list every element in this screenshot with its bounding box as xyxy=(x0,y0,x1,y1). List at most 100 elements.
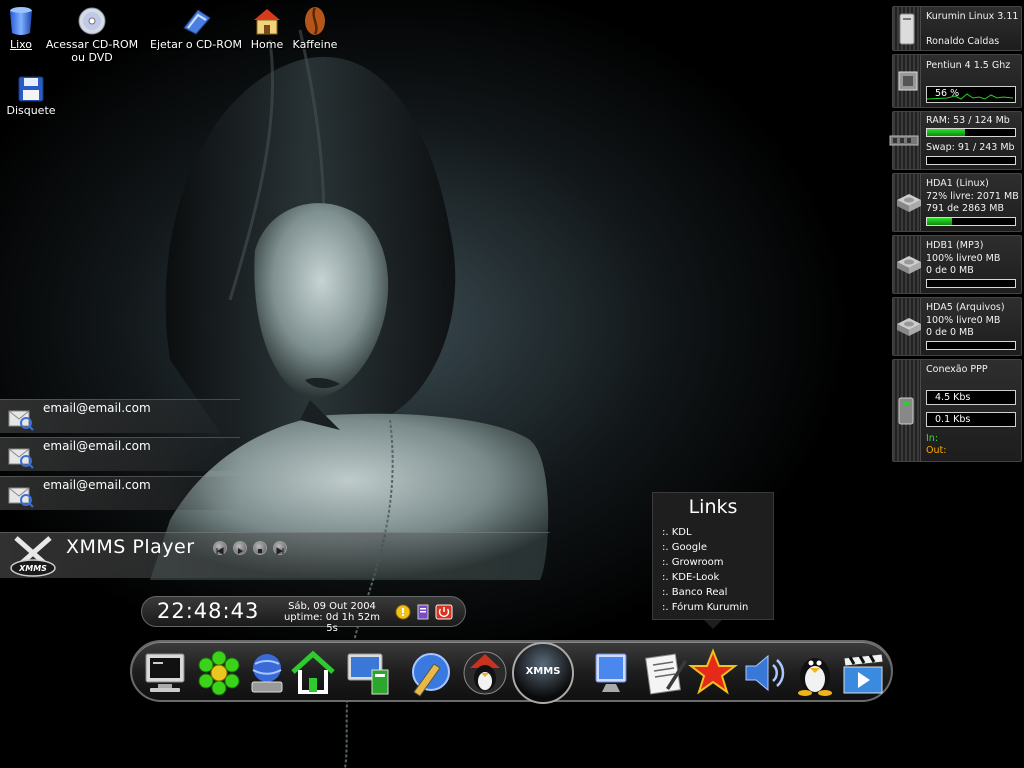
info-icon[interactable] xyxy=(395,604,411,620)
xmms-logo-icon: XMMS xyxy=(10,536,56,577)
hard-disk-icon xyxy=(897,317,921,336)
disk-title: HDA5 (Arquivos) xyxy=(926,302,1005,313)
link-item[interactable]: :. Banco Real xyxy=(662,585,748,600)
disk-usage-bar xyxy=(926,279,1016,288)
trash-icon xyxy=(10,7,32,35)
network-title: Conexão PPP xyxy=(926,364,988,375)
monitor-system-info: Kurumin Linux 3.11 Ronaldo Caldas xyxy=(892,6,1022,51)
xmms-player-title: XMMS Player xyxy=(66,536,195,558)
desktop-icon-label: Acessar CD-ROM xyxy=(45,38,139,51)
link-item[interactable]: :. Google xyxy=(662,540,748,555)
display-settings-icon[interactable] xyxy=(586,648,636,698)
links-list: :. KDL :. Google :. Growroom :. KDE-Look… xyxy=(662,525,748,615)
desktop-icon-label: Disquete xyxy=(6,104,56,117)
desktop-icon-kaffeine[interactable]: Kaffeine xyxy=(291,6,339,51)
network-in-label: In: xyxy=(926,433,939,444)
xmms-previous-button[interactable] xyxy=(213,541,227,555)
xmms-logo-text: XMMS xyxy=(18,564,47,573)
mail-account-address: email@email.com xyxy=(43,401,151,415)
system-user: Ronaldo Caldas xyxy=(926,36,1000,47)
stop-icon xyxy=(258,549,262,553)
desktop-icon-cdrom[interactable]: Acessar CD-ROM ou DVD xyxy=(44,6,140,64)
ram-label: RAM: 53 / 124 Mb xyxy=(926,115,1010,126)
link-item[interactable]: :. KDL xyxy=(662,525,748,540)
home-icon[interactable] xyxy=(288,648,338,698)
network-in-rate: 4.5 Kbs xyxy=(926,390,1016,405)
xmms-play-button[interactable] xyxy=(233,541,247,555)
desktop-icon-home[interactable]: Home xyxy=(248,6,286,51)
system-title: Kurumin Linux 3.11 xyxy=(926,11,1019,22)
tux-icon[interactable] xyxy=(790,648,840,698)
document-icon[interactable] xyxy=(416,604,430,620)
monitor-cpu: Pentiun 4 1.5 Ghz 56 % xyxy=(892,54,1022,108)
desktop-icon-trash[interactable]: Lixo xyxy=(4,6,38,51)
terminal-icon[interactable] xyxy=(140,648,190,698)
monitor-memory: RAM: 53 / 124 Mb Swap: 91 / 243 Mb xyxy=(889,111,1022,170)
links-panel: Links :. KDL :. Google :. Growroom :. KD… xyxy=(652,492,774,620)
kaffeine-icon xyxy=(305,7,325,35)
tux-mascot-icon[interactable] xyxy=(460,648,510,698)
previous-icon xyxy=(216,547,224,555)
desktop-icon-floppy[interactable]: Disquete xyxy=(5,76,57,117)
ram-usage-bar xyxy=(926,128,1016,137)
desktop-icon-eject-cdrom[interactable]: Ejetar o CD-ROM xyxy=(149,6,243,51)
desktop-icon-label: Lixo xyxy=(9,38,33,51)
eject-cdrom-icon xyxy=(183,9,211,35)
cpu-graph: 56 % xyxy=(926,86,1016,103)
mail-check-icon xyxy=(8,487,34,508)
xmms-stop-button[interactable] xyxy=(253,541,267,555)
star-apps-icon[interactable] xyxy=(688,648,738,698)
video-player-icon[interactable] xyxy=(838,648,888,698)
disk-usage-fill xyxy=(927,218,952,225)
disk-free: 100% livre0 MB xyxy=(926,253,1001,264)
cpu-label: Pentiun 4 1.5 Ghz xyxy=(926,60,1011,71)
volume-icon[interactable] xyxy=(740,648,790,698)
links-panel-pointer xyxy=(704,620,722,629)
xmms-dock-label: XMMS xyxy=(525,666,561,677)
desktop-icon-label: Ejetar o CD-ROM xyxy=(150,38,242,51)
network-drive-icon[interactable] xyxy=(242,648,292,698)
monitor-network-icon[interactable] xyxy=(344,648,394,698)
icq-icon[interactable] xyxy=(194,648,244,698)
cdrom-icon xyxy=(78,7,106,35)
hard-disk-icon xyxy=(897,255,921,274)
mail-account-address: email@email.com xyxy=(43,439,151,453)
modem-icon xyxy=(898,397,914,424)
desktop-icon-label: Kaffeine xyxy=(292,38,338,51)
xmms-player-bar: XMMS XMMS Player xyxy=(0,532,550,578)
disk-usage-bar xyxy=(926,217,1016,226)
swap-label: Swap: 91 / 243 Mb xyxy=(926,142,1015,153)
application-dock: XMMS xyxy=(130,640,893,704)
logout-icon[interactable] xyxy=(435,604,453,620)
monitor-disk-hda5: HDA5 (Arquivos) 100% livre0 MB 0 de 0 MB xyxy=(892,297,1022,356)
disk-free: 72% livre: 2071 MB xyxy=(926,191,1019,202)
xmms-next-button[interactable] xyxy=(273,541,287,555)
swap-usage-bar xyxy=(926,156,1016,165)
monitor-network: Conexão PPP 4.5 Kbs 0.1 Kbs In: Out: xyxy=(892,359,1022,462)
text-editor-icon[interactable] xyxy=(640,648,690,698)
next-icon xyxy=(276,547,284,555)
ram-module-icon xyxy=(889,135,919,145)
link-item[interactable]: :. KDE-Look xyxy=(662,570,748,585)
mail-account-row[interactable]: email@email.com xyxy=(0,399,240,433)
web-browser-pen-icon[interactable] xyxy=(404,648,454,698)
monitor-disk-hda1: HDA1 (Linux) 72% livre: 2071 MB 791 de 2… xyxy=(892,173,1022,232)
network-out-label: Out: xyxy=(926,445,947,456)
mail-account-row[interactable]: email@email.com xyxy=(0,437,240,471)
mail-check-icon xyxy=(8,410,34,431)
play-icon xyxy=(238,548,243,554)
mail-account-row[interactable]: email@email.com xyxy=(0,476,240,510)
disk-free: 100% livre0 MB xyxy=(926,315,1001,326)
disk-used: 0 de 0 MB xyxy=(926,327,974,338)
monitor-disk-hdb1: HDB1 (MP3) 100% livre0 MB 0 de 0 MB xyxy=(892,235,1022,294)
home-folder-icon xyxy=(254,9,280,35)
links-title: Links xyxy=(688,496,738,518)
link-item[interactable]: :. Fórum Kurumin xyxy=(662,600,748,615)
clock-date: Sáb, 09 Out 2004 xyxy=(288,601,376,612)
link-item[interactable]: :. Growroom xyxy=(662,555,748,570)
disk-title: HDA1 (Linux) xyxy=(926,178,989,189)
disk-used: 0 de 0 MB xyxy=(926,265,974,276)
disk-usage-bar xyxy=(926,341,1016,350)
desktop-icon-label: Home xyxy=(250,38,284,51)
xmms-dock-button[interactable]: XMMS xyxy=(512,642,574,704)
